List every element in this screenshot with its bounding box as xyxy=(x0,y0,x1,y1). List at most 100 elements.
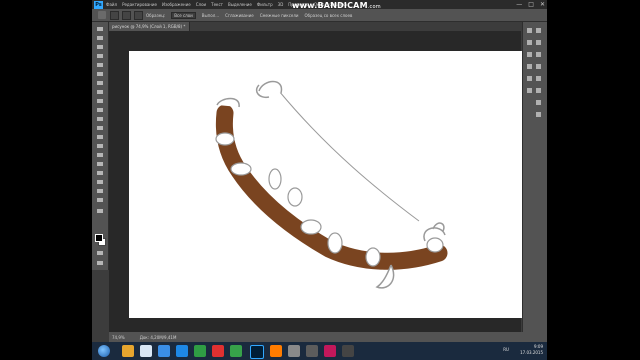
bow-wrap xyxy=(215,132,235,146)
styles-panel-icon[interactable] xyxy=(527,88,533,94)
zoom-level[interactable]: 74,9% xyxy=(112,335,125,340)
maximize-button[interactable]: □ xyxy=(528,1,534,8)
bow-wrap xyxy=(426,237,444,253)
screen-mode-icon[interactable] xyxy=(96,260,104,266)
browser-icon[interactable] xyxy=(158,345,170,357)
opera-icon[interactable] xyxy=(212,345,224,357)
shape-tool-icon[interactable] xyxy=(96,179,104,185)
contiguous-option[interactable]: Смежные пиксели xyxy=(260,13,299,18)
menu-filter[interactable]: Фильтр xyxy=(257,2,273,7)
app-icon[interactable] xyxy=(306,345,318,357)
paragraph-panel-icon[interactable] xyxy=(536,52,542,58)
right-panel-dock xyxy=(522,22,547,332)
adjustments-panel-icon[interactable] xyxy=(536,76,542,82)
blur-tool-icon[interactable] xyxy=(96,134,104,140)
foreground-color-swatch[interactable] xyxy=(95,234,103,242)
all-layers-option[interactable]: Образец со всех слоев xyxy=(305,13,353,18)
paint-bucket-tool-icon[interactable] xyxy=(98,11,106,19)
crop-tool-icon[interactable] xyxy=(96,62,104,68)
language-indicator[interactable]: RU xyxy=(503,347,509,352)
menu-3d[interactable]: 3D xyxy=(278,2,284,7)
sample-label: Образец: xyxy=(146,12,166,18)
bow-wrap xyxy=(287,187,303,207)
history-brush-tool-icon[interactable] xyxy=(96,107,104,113)
tools-panel xyxy=(92,22,109,270)
menu-select[interactable]: Выделение xyxy=(228,2,252,7)
bow-top-tip xyxy=(216,80,283,108)
close-button[interactable]: ✕ xyxy=(540,1,545,8)
more-tools-icon[interactable] xyxy=(96,208,104,214)
app-icon[interactable] xyxy=(342,345,354,357)
brush-tool-icon[interactable] xyxy=(96,89,104,95)
menu-layers[interactable]: Слои xyxy=(196,2,206,7)
eraser-tool-icon[interactable] xyxy=(96,116,104,122)
chrome-icon[interactable] xyxy=(230,345,242,357)
minimize-button[interactable]: — xyxy=(516,1,522,8)
fill-label: Выпол... xyxy=(201,12,220,18)
lasso-tool-icon[interactable] xyxy=(96,44,104,50)
antialias-option[interactable]: Сглаживание xyxy=(225,13,254,18)
healing-brush-tool-icon[interactable] xyxy=(96,80,104,86)
screen: Ps Файл Редактирование Изображение Слои … xyxy=(92,0,547,360)
bow-wrap xyxy=(365,247,381,267)
color-panel-icon[interactable] xyxy=(536,64,542,70)
info-panel-icon[interactable] xyxy=(527,64,533,70)
swatches-panel-icon[interactable] xyxy=(527,76,533,82)
system-clock[interactable]: 9:09 17.03.2015 xyxy=(520,344,543,356)
pen-tool-icon[interactable] xyxy=(96,152,104,158)
marquee-tool-icon[interactable] xyxy=(96,35,104,41)
option-toggle-3[interactable] xyxy=(134,10,143,20)
bow-wrap xyxy=(230,162,252,176)
history-panel-icon[interactable] xyxy=(527,28,533,34)
app-icon[interactable] xyxy=(194,345,206,357)
menu-edit[interactable]: Редактирование xyxy=(122,2,157,7)
canvas-workspace xyxy=(109,31,526,332)
bow-drawing xyxy=(215,80,448,289)
skype-icon[interactable] xyxy=(176,345,188,357)
move-tool-icon[interactable] xyxy=(96,26,104,32)
bow-wrap xyxy=(268,168,282,190)
photoshop-taskbar-icon[interactable] xyxy=(250,345,264,359)
option-toggle-1[interactable] xyxy=(110,10,119,20)
document-size: Док: 4,20M/9,41M xyxy=(139,334,177,340)
eyedropper-tool-icon[interactable] xyxy=(96,71,104,77)
brush-panel-icon[interactable] xyxy=(527,40,533,46)
document-tab-title: рисунок @ 74,9% (Слой 1, RGB/8) * xyxy=(112,24,186,29)
bow-wraps xyxy=(215,132,444,267)
window-controls: — □ ✕ xyxy=(516,1,545,8)
sample-dropdown[interactable]: Все слои xyxy=(171,11,196,19)
hand-tool-icon[interactable] xyxy=(96,188,104,194)
bandicam-icon[interactable] xyxy=(324,345,336,357)
illustrator-taskbar-icon[interactable] xyxy=(270,345,282,357)
clone-stamp-tool-icon[interactable] xyxy=(96,98,104,104)
taskbar: RU 9:09 17.03.2015 xyxy=(92,342,547,360)
paint-bucket-tool-icon[interactable] xyxy=(96,125,104,131)
document-tab[interactable]: рисунок @ 74,9% (Слой 1, RGB/8) * xyxy=(109,22,190,31)
menu-file[interactable]: Файл xyxy=(106,2,117,7)
quick-mask-icon[interactable] xyxy=(96,250,104,256)
magic-wand-tool-icon[interactable] xyxy=(96,53,104,59)
canvas[interactable] xyxy=(129,51,526,318)
channels-panel-icon[interactable] xyxy=(536,100,542,106)
type-tool-icon[interactable] xyxy=(96,161,104,167)
layers-panel-icon[interactable] xyxy=(536,88,542,94)
zoom-tool-icon[interactable] xyxy=(96,197,104,203)
option-toggle-2[interactable] xyxy=(122,10,131,20)
app-icon[interactable] xyxy=(288,345,300,357)
media-icon[interactable] xyxy=(140,345,152,357)
path-selection-tool-icon[interactable] xyxy=(96,170,104,176)
start-button[interactable] xyxy=(98,345,110,357)
collapse-panel-icon[interactable] xyxy=(536,28,542,34)
explorer-icon[interactable] xyxy=(122,345,134,357)
brush-presets-icon[interactable] xyxy=(536,40,542,46)
bow-wrap xyxy=(300,219,322,235)
options-bar: Образец: Все слои Выпол... Сглаживание С… xyxy=(92,9,547,22)
clock-date: 17.03.2015 xyxy=(520,350,543,355)
paths-panel-icon[interactable] xyxy=(536,112,542,118)
character-panel-icon[interactable] xyxy=(527,52,533,58)
menu-type[interactable]: Текст xyxy=(211,2,223,7)
status-bar: 74,9% Док: 4,20M/9,41M xyxy=(109,332,547,342)
dodge-tool-icon[interactable] xyxy=(96,143,104,149)
bow-wrap xyxy=(327,232,343,254)
menu-image[interactable]: Изображение xyxy=(162,2,191,7)
